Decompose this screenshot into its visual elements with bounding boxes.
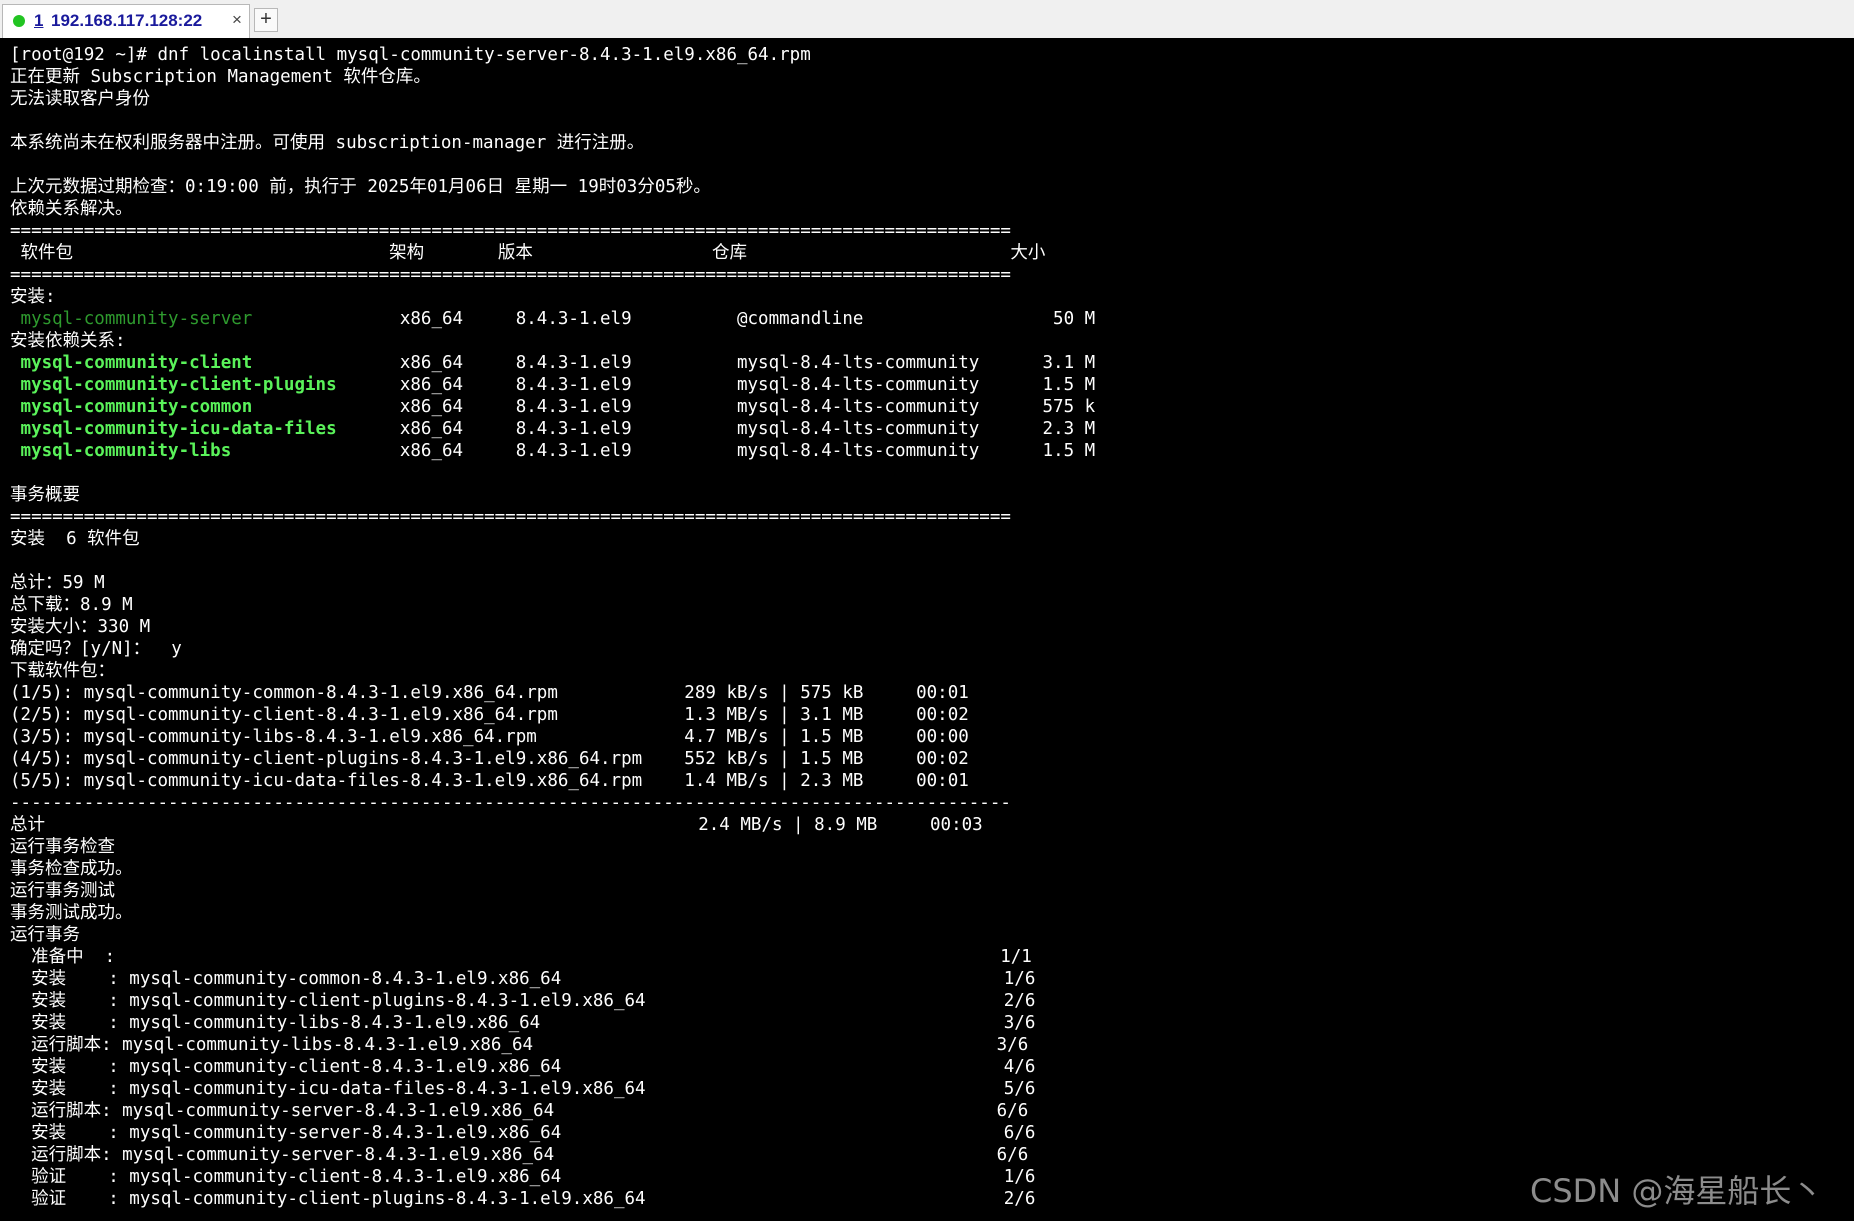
terminal-line: 安装 : mysql-community-client-8.4.3-1.el9.…: [10, 1057, 1036, 1077]
terminal-output[interactable]: [root@192 ~]# dnf localinstall mysql-com…: [0, 38, 1854, 1221]
terminal-line: 依赖关系解决。: [10, 199, 133, 219]
terminal-line: mysql-community-server x86_64 8.4.3-1.el…: [10, 308, 1096, 330]
terminal-line: 运行事务: [10, 925, 80, 945]
terminal-line: 安装 : mysql-community-server-8.4.3-1.el9.…: [10, 1123, 1036, 1143]
terminal-line: (4/5): mysql-community-client-plugins-8.…: [10, 749, 969, 769]
tab-bar: 1 192.168.117.128:22 × +: [0, 0, 1854, 39]
terminal-line: 安装 6 软件包: [10, 529, 140, 549]
terminal-line: ========================================…: [10, 265, 1011, 285]
close-icon[interactable]: ×: [232, 10, 242, 30]
terminal-line: 安装:: [10, 287, 56, 307]
terminal-line: mysql-community-icu-data-files x86_64 8.…: [10, 418, 1096, 440]
connection-status-icon: [13, 15, 25, 27]
terminal-line: 运行脚本: mysql-community-server-8.4.3-1.el9…: [10, 1101, 1029, 1121]
terminal-line: ========================================…: [10, 221, 1011, 241]
terminal-line: 总计 2.4 MB/s | 8.9 MB 00:03: [10, 815, 983, 835]
session-tab[interactable]: 1 192.168.117.128:22 ×: [2, 4, 250, 38]
new-tab-button[interactable]: +: [254, 8, 278, 32]
terminal-line: 安装 : mysql-community-client-plugins-8.4.…: [10, 991, 1036, 1011]
terminal-line: 准备中 : 1/1: [10, 947, 1032, 967]
terminal-line: 验证 : mysql-community-client-8.4.3-1.el9.…: [10, 1167, 1036, 1187]
package-details: x86_64 8.4.3-1.el9 mysql-8.4-lts-communi…: [252, 353, 1096, 373]
package-name: mysql-community-client: [10, 353, 253, 373]
terminal-line: 运行事务测试: [10, 881, 115, 901]
package-details: x86_64 8.4.3-1.el9 @commandline 50 M: [252, 309, 1096, 329]
terminal-line: 无法读取客户身份: [10, 89, 150, 109]
terminal-line: 事务检查成功。: [10, 859, 133, 879]
package-name: mysql-community-client-plugins: [10, 375, 337, 395]
terminal-line: 确定吗？[y/N]： y: [10, 639, 182, 659]
package-name: mysql-community-server: [10, 309, 253, 329]
terminal-line: 运行事务检查: [10, 837, 115, 857]
terminal-line: ----------------------------------------…: [10, 793, 1011, 813]
terminal-line: 安装 : mysql-community-icu-data-files-8.4.…: [10, 1079, 1036, 1099]
package-name: mysql-community-icu-data-files: [10, 419, 337, 439]
terminal-line: 安装大小：330 M: [10, 617, 151, 637]
terminal-line: mysql-community-client-plugins x86_64 8.…: [10, 374, 1096, 396]
tab-number: 1: [34, 11, 44, 30]
terminal-line: 运行脚本: mysql-community-server-8.4.3-1.el9…: [10, 1145, 1029, 1165]
package-details: x86_64 8.4.3-1.el9 mysql-8.4-lts-communi…: [336, 419, 1096, 439]
terminal-line: mysql-community-client x86_64 8.4.3-1.el…: [10, 352, 1096, 374]
terminal-line: (5/5): mysql-community-icu-data-files-8.…: [10, 771, 969, 791]
terminal-line: 总下载：8.9 M: [10, 595, 133, 615]
terminal-line: mysql-community-libs x86_64 8.4.3-1.el9 …: [10, 440, 1096, 462]
terminal-line: 运行脚本: mysql-community-libs-8.4.3-1.el9.x…: [10, 1035, 1029, 1055]
terminal-line: 本系统尚未在权利服务器中注册。可使用 subscription-manager …: [10, 133, 645, 153]
terminal-line: 上次元数据过期检查：0:19:00 前，执行于 2025年01月06日 星期一 …: [10, 177, 711, 197]
watermark: CSDN @海星船长丶: [1530, 1172, 1824, 1210]
terminal-line: 验证 : mysql-community-client-plugins-8.4.…: [10, 1189, 1036, 1209]
terminal-line: 事务概要: [10, 485, 80, 505]
terminal-line: (2/5): mysql-community-client-8.4.3-1.el…: [10, 705, 969, 725]
package-details: x86_64 8.4.3-1.el9 mysql-8.4-lts-communi…: [231, 441, 1096, 461]
package-details: x86_64 8.4.3-1.el9 mysql-8.4-lts-communi…: [336, 375, 1096, 395]
terminal-line: 正在更新 Subscription Management 软件仓库。: [10, 67, 431, 87]
terminal-line: 安装依赖关系:: [10, 331, 126, 351]
terminal-line: [root@192 ~]# dnf localinstall mysql-com…: [10, 45, 811, 65]
tab-title: 192.168.117.128:22: [51, 11, 203, 30]
terminal-line: (3/5): mysql-community-libs-8.4.3-1.el9.…: [10, 727, 969, 747]
terminal-line: 软件包 架构 版本 仓库 大小: [10, 243, 1046, 263]
terminal-line: mysql-community-common x86_64 8.4.3-1.el…: [10, 396, 1096, 418]
package-name: mysql-community-common: [10, 397, 253, 417]
terminal-line: 安装 : mysql-community-common-8.4.3-1.el9.…: [10, 969, 1036, 989]
terminal-line: 事务测试成功。: [10, 903, 133, 923]
terminal-line: (1/5): mysql-community-common-8.4.3-1.el…: [10, 683, 969, 703]
terminal-line: 安装 : mysql-community-libs-8.4.3-1.el9.x8…: [10, 1013, 1036, 1033]
terminal-line: 下载软件包：: [10, 661, 115, 681]
package-details: x86_64 8.4.3-1.el9 mysql-8.4-lts-communi…: [252, 397, 1096, 417]
package-name: mysql-community-libs: [10, 441, 232, 461]
terminal-line: 总计：59 M: [10, 573, 105, 593]
terminal-line: ========================================…: [10, 507, 1011, 527]
